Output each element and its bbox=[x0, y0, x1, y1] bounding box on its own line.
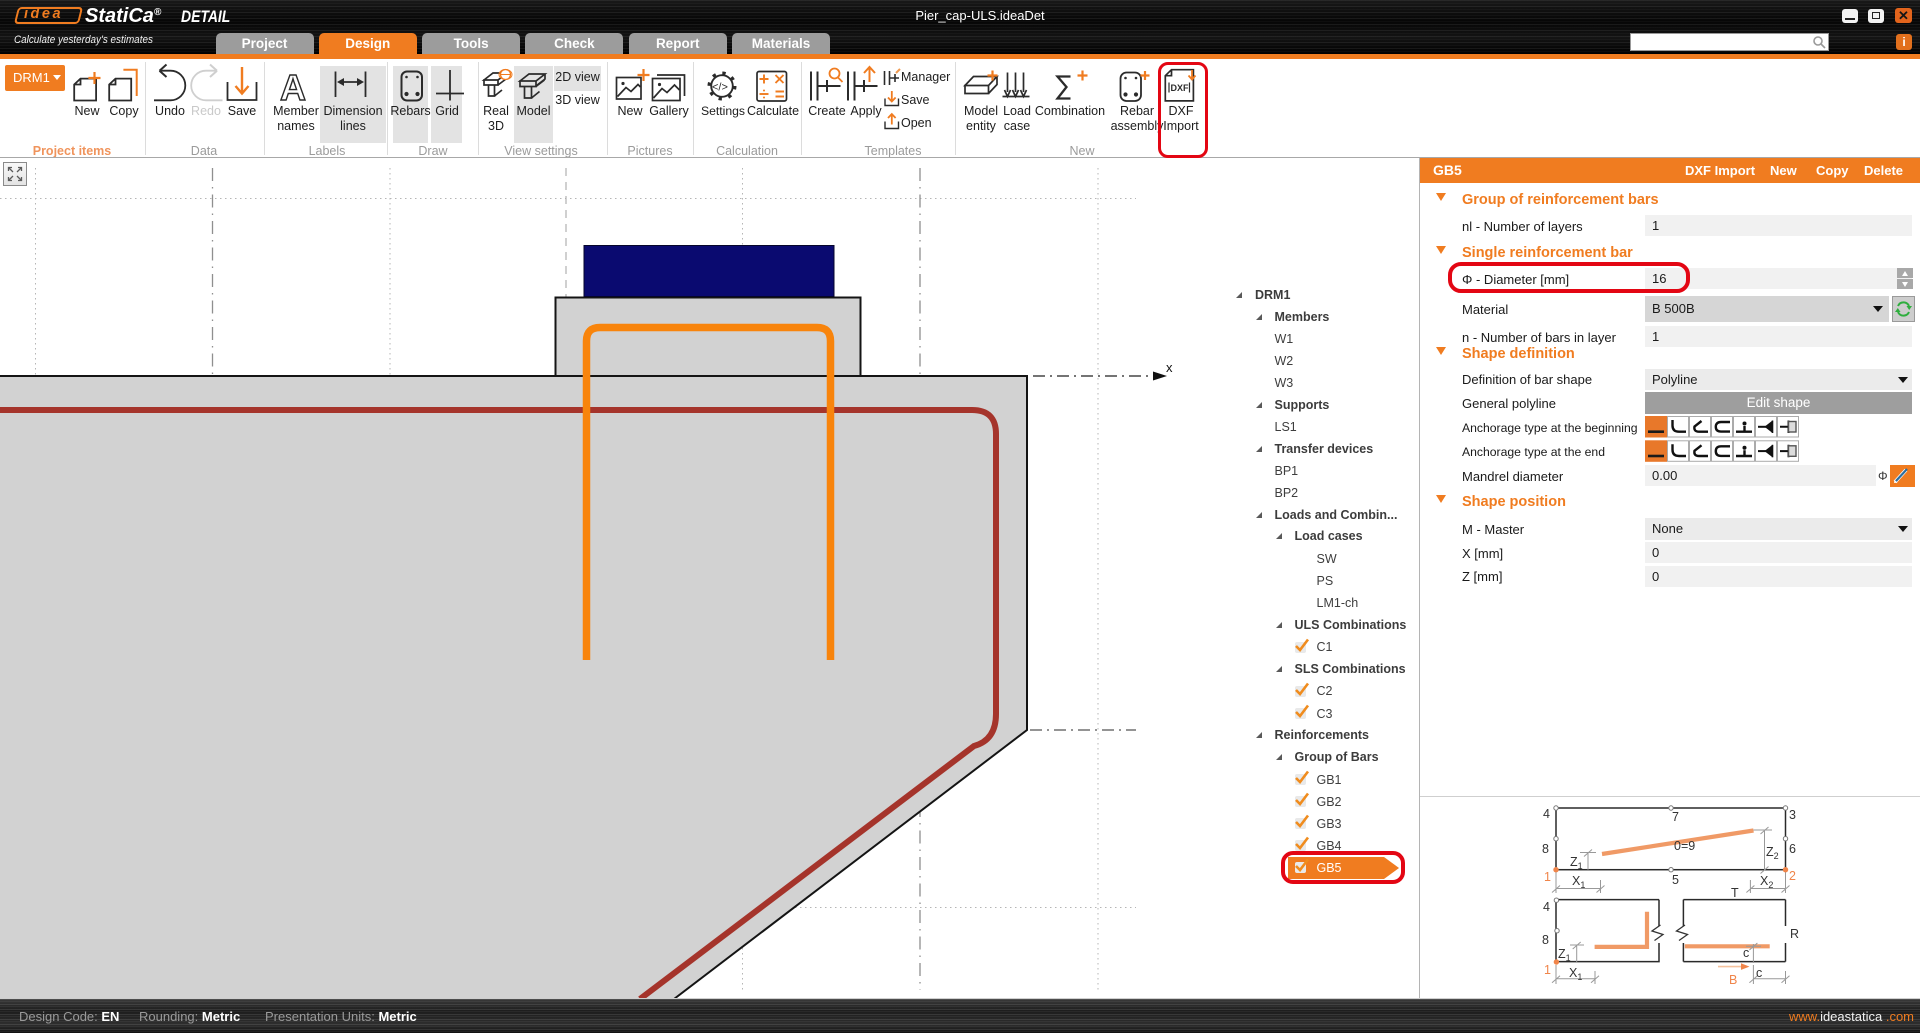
svg-text:5: 5 bbox=[1672, 873, 1679, 887]
svg-text:x: x bbox=[1166, 360, 1173, 375]
svg-text:R: R bbox=[1790, 927, 1799, 941]
svg-text:1: 1 bbox=[1544, 870, 1551, 884]
svg-text:2: 2 bbox=[1789, 869, 1796, 883]
svg-text:c: c bbox=[1743, 946, 1749, 960]
svg-text:Z1: Z1 bbox=[1570, 855, 1583, 871]
svg-text:X2: X2 bbox=[1760, 874, 1773, 890]
svg-text:X1: X1 bbox=[1569, 966, 1582, 982]
svg-text:A: A bbox=[280, 67, 306, 108]
svg-text:c: c bbox=[1756, 966, 1762, 980]
svg-text:</>: </> bbox=[712, 82, 728, 94]
svg-text:1: 1 bbox=[1544, 963, 1551, 977]
svg-text:7: 7 bbox=[1672, 810, 1679, 824]
svg-text:8: 8 bbox=[1542, 933, 1549, 947]
svg-text:T: T bbox=[1731, 886, 1739, 900]
svg-text:X1: X1 bbox=[1572, 874, 1585, 890]
svg-text:Z2: Z2 bbox=[1766, 845, 1779, 861]
svg-text:0=9: 0=9 bbox=[1674, 839, 1695, 853]
svg-text:8: 8 bbox=[1542, 842, 1549, 856]
svg-text:4: 4 bbox=[1543, 807, 1550, 821]
svg-text:Z1: Z1 bbox=[1558, 947, 1571, 963]
svg-text:6: 6 bbox=[1789, 842, 1796, 856]
svg-text:3: 3 bbox=[1789, 808, 1796, 822]
svg-text:B: B bbox=[1729, 973, 1737, 987]
svg-text:4: 4 bbox=[1543, 900, 1550, 914]
